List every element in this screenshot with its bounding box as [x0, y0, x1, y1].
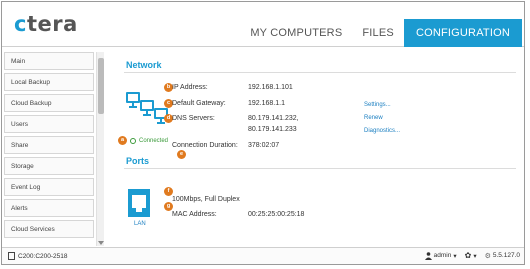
sidebar-item-event-log[interactable]: Event Log	[4, 178, 94, 196]
connected-status-icon	[130, 138, 136, 144]
sidebar-item-storage[interactable]: Storage	[4, 157, 94, 175]
device-info: C200:C200-2518	[8, 252, 68, 260]
status-right: admin ▾ ✿ ▾ ⚙ 5.5.127.0	[424, 251, 520, 260]
version-number: 5.5.127.0	[492, 252, 520, 259]
sidebar-scrollbar[interactable]	[96, 52, 104, 246]
dns-server-1: 80.179.141.232,	[248, 115, 299, 122]
settings-link[interactable]: Settings...	[364, 102, 391, 108]
sidebar-item-alerts[interactable]: Alerts	[4, 199, 94, 217]
lan-port-icon	[128, 189, 150, 217]
sidebar-item-cloud-backup[interactable]: Cloud Backup	[4, 94, 94, 112]
callout-a: a	[118, 136, 127, 145]
top-nav: MY COMPUTERS FILES CONFIGURATION	[240, 19, 522, 47]
mac-address-value: 00:25:25:00:25:18	[248, 211, 305, 218]
device-name: C200:C200-2518	[18, 252, 68, 260]
connection-duration-value: 378:02:07	[248, 142, 280, 149]
version-info: ⚙ 5.5.127.0	[485, 252, 520, 260]
device-icon	[8, 252, 15, 260]
user-name: admin	[433, 252, 452, 259]
callout-f: f	[164, 187, 173, 196]
dns-server-2: 80.179.141.233	[248, 126, 297, 133]
lan-label[interactable]: LAN	[134, 221, 146, 227]
sidebar-item-local-backup[interactable]: Local Backup	[4, 73, 94, 91]
user-menu[interactable]: admin ▾	[424, 251, 457, 260]
default-gateway-label: Default Gateway:	[172, 100, 226, 107]
network-computers-icon	[126, 92, 168, 124]
status-bar: C200:C200-2518 admin ▾ ✿ ▾ ⚙ 5.5.127.0	[2, 247, 524, 264]
default-gateway-value: 192.168.1.1	[248, 100, 285, 107]
gear-icon: ✿	[464, 251, 472, 260]
connection-status: Connected	[139, 138, 169, 144]
ports-section-title: Ports	[126, 156, 150, 166]
tab-files[interactable]: FILES	[352, 19, 404, 47]
sidebar-item-users[interactable]: Users	[4, 115, 94, 133]
sidebar-item-main[interactable]: Main	[4, 52, 94, 70]
network-divider	[124, 72, 516, 73]
sidebar-item-cloud-services[interactable]: Cloud Services	[4, 220, 94, 238]
settings-menu[interactable]: ✿ ▾	[465, 251, 477, 260]
callout-e: e	[177, 150, 186, 159]
network-section-title: Network	[126, 60, 162, 70]
ports-divider	[124, 168, 516, 169]
renew-link[interactable]: Renew	[364, 115, 383, 121]
user-icon	[424, 251, 432, 260]
ip-address-value: 192.168.1.101	[248, 84, 293, 91]
version-gear-icon: ⚙	[484, 252, 491, 260]
mac-address-label: MAC Address:	[172, 211, 217, 218]
top-header: ctera MY COMPUTERS FILES CONFIGURATION	[2, 2, 524, 47]
app-window: ctera MY COMPUTERS FILES CONFIGURATION M…	[1, 1, 525, 265]
diagnostics-link[interactable]: Diagnostics...	[364, 128, 400, 134]
callout-g: g	[164, 202, 173, 211]
sidebar-item-share[interactable]: Share	[4, 136, 94, 154]
user-menu-caret-icon: ▾	[453, 252, 457, 260]
dns-servers-label: DNS Servers:	[172, 115, 215, 122]
scrollbar-thumb[interactable]	[98, 58, 104, 114]
port-speed: 100Mbps, Full Duplex	[172, 196, 240, 203]
sidebar: Main Local Backup Cloud Backup Users Sha…	[4, 52, 94, 246]
connection-duration-label: Connection Duration:	[172, 142, 238, 149]
main-content: Network a Connected b IP Address: 192.16…	[110, 52, 524, 246]
ip-address-label: IP Address:	[172, 84, 208, 91]
tab-configuration[interactable]: CONFIGURATION	[403, 19, 522, 47]
ctera-logo: ctera	[14, 12, 78, 36]
tab-my-computers[interactable]: MY COMPUTERS	[240, 19, 352, 47]
scroll-down-arrow-icon[interactable]	[98, 241, 104, 245]
settings-caret-icon: ▾	[473, 252, 477, 260]
